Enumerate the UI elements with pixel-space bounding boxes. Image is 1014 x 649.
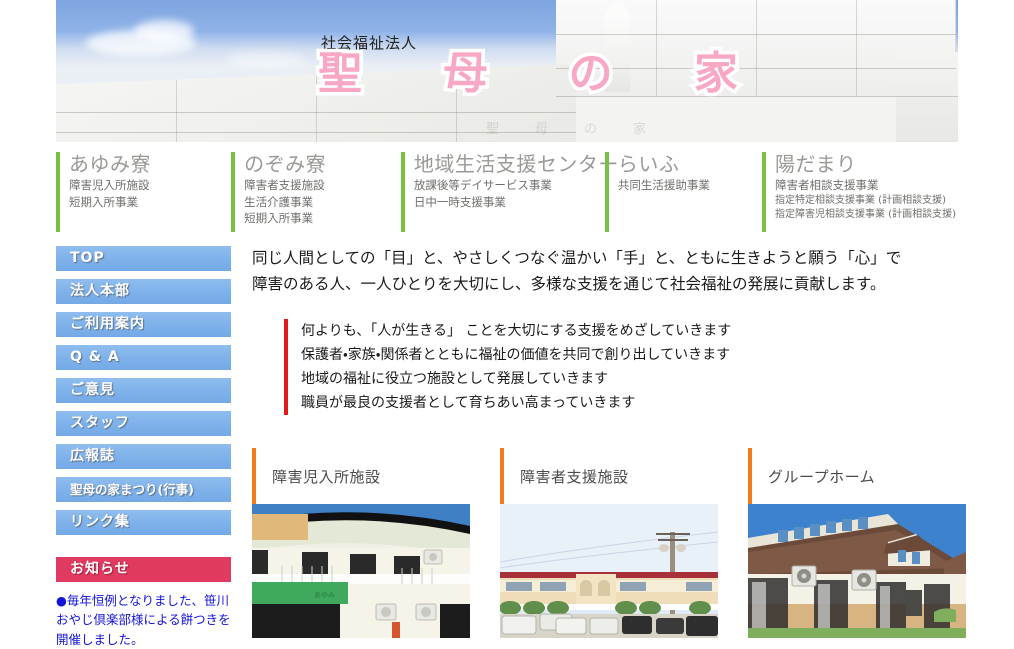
nozomi-building-photo[interactable] (500, 504, 718, 638)
watermark-char: 母 (534, 122, 548, 137)
wall-seam (316, 72, 317, 142)
sidebar-item-festival[interactable]: 聖母の家まつり(行事) (56, 477, 231, 502)
principle-item: 何よりも、「人が生きる」 ことを大切にする支援をめざしていきます (301, 323, 732, 340)
news-item[interactable]: ●毎年恒例となりました、笹川おやじ倶楽部様による餅つきを開催しました。 (56, 591, 234, 649)
hero-title-char: 母 (440, 48, 491, 99)
facility-name: 陽だまり (775, 152, 857, 176)
facility-service: 短期入所事業 (69, 194, 138, 209)
facility-card-group-home[interactable]: グループホーム (748, 448, 966, 638)
news-section-heading: お知らせ (56, 557, 231, 582)
facility-service: 共同生活援助事業 (617, 178, 710, 192)
cloud-decoration (134, 20, 194, 42)
facility-name: あゆみ寮 (69, 152, 151, 176)
principle-item: 保護者・家族・関係者とともに福祉の価値を共同で創り出していきます (301, 347, 731, 364)
hero-title-char: 聖 (315, 48, 366, 99)
wall-seam (176, 80, 177, 142)
card-title: グループホーム (748, 448, 966, 504)
facility-card-list: 障害児入所施設 あゆみ 障害者支援施設 グループホーム (252, 448, 966, 638)
sidebar: TOP 法人本部 ご利用案内 Q & A ご意見 スタッフ 広報誌 聖母の家まつ… (56, 246, 231, 649)
facility-name: 地域生活支援センター (413, 152, 619, 176)
principle-item: 職員が最良の支援者として育ちあい高まっていきます (301, 395, 636, 412)
hero-title-char: 家 (690, 48, 741, 99)
facility-service: 障害児入所施設 (69, 178, 150, 192)
facility-nav: あゆみ寮 障害児入所施設 短期入所事業 のぞみ寮 障害者支援施設 生活介護事業 … (56, 152, 966, 232)
watermark-char: 聖 (486, 122, 500, 137)
wall-seam (556, 96, 958, 97)
facility-name: らいふ (617, 152, 680, 176)
principles-list: 何よりも、「人が生きる」 ことを大切にする支援をめざしていきます 保護者・家族・… (284, 319, 966, 416)
facility-name: のぞみ寮 (244, 152, 327, 176)
sidebar-item-headquarters[interactable]: 法人本部 (56, 279, 231, 304)
sidebar-item-staff[interactable]: スタッフ (56, 411, 231, 436)
facility-service: 指定障害児相談支援事業 (計画相談支援) (775, 209, 956, 221)
facility-item-nozomi[interactable]: のぞみ寮 障害者支援施設 生活介護事業 短期入所事業 (231, 152, 387, 232)
hero-title-char: の (565, 48, 616, 99)
facility-item-life[interactable]: らいふ 共同生活援助事業 (604, 152, 748, 232)
building-right-wall (896, 52, 958, 142)
engraved-wall-text: 聖 母 の 家 (486, 118, 646, 137)
ayumi-building-photo[interactable]: あゆみ (252, 504, 470, 638)
card-title: 障害児入所施設 (252, 448, 470, 504)
sidebar-item-qa[interactable]: Q & A (56, 345, 231, 370)
svg-text:あゆみ: あゆみ (314, 591, 335, 599)
facility-service: 障害者相談支援事業 (775, 178, 879, 192)
mission-line: 障害のある人、一人ひとりを大切にし、多様な支援を通じて社会福祉の発展に貢献します… (252, 274, 886, 293)
facility-service: 放課後等デイサービス事業 (413, 178, 552, 192)
hero-banner: 社会福祉法人 聖 母 の 家 聖 母 の 家 (56, 0, 958, 142)
mission-statement: 同じ人間としての「目」と、やさしくつなぐ温かい「手」と、ともに生きようと願う「心… (252, 246, 966, 297)
facility-card-nozomi[interactable]: 障害者支援施設 (500, 448, 718, 638)
hero-title: 聖 母 の 家 (315, 48, 742, 99)
facility-service: 指定特定相談支援事業 (計画相談支援) (775, 194, 946, 206)
main-content: 同じ人間としての「目」と、やさしくつなぐ温かい「手」と、ともに生きようと願う「心… (252, 246, 966, 416)
group-home-photo[interactable] (748, 504, 966, 638)
wall-seam (756, 0, 757, 96)
facility-item-community-center[interactable]: 地域生活支援センター 放課後等デイサービス事業 日中一時支援事業 (400, 152, 619, 232)
watermark-char: の (583, 122, 597, 137)
principle-item: 地域の福祉に役立つ施設として発展していきます (301, 371, 609, 388)
sidebar-item-newsletter[interactable]: 広報誌 (56, 444, 231, 469)
sidebar-item-usage-guide[interactable]: ご利用案内 (56, 312, 231, 337)
facility-service: 障害者支援施設 (244, 178, 325, 192)
wall-seam (856, 0, 857, 96)
facility-card-ayumi[interactable]: 障害児入所施設 あゆみ (252, 448, 470, 638)
watermark-char: 家 (632, 122, 646, 137)
sidebar-item-top[interactable]: TOP (56, 246, 231, 271)
sidebar-item-links[interactable]: リンク集 (56, 510, 231, 535)
card-title: 障害者支援施設 (500, 448, 718, 504)
facility-item-hidamari[interactable]: 陽だまり 障害者相談支援事業 指定特定相談支援事業 (計画相談支援) 指定障害児… (762, 152, 956, 232)
facility-item-ayumi[interactable]: あゆみ寮 障害児入所施設 短期入所事業 (56, 152, 217, 232)
facility-service: 生活介護事業 (244, 194, 314, 209)
mission-line: 同じ人間としての「目」と、やさしくつなぐ温かい「手」と、ともに生きようと願う「心… (252, 249, 902, 267)
facility-service: 短期入所事業 (244, 211, 314, 226)
sidebar-item-feedback[interactable]: ご意見 (56, 378, 231, 403)
cloud-decoration (226, 52, 306, 68)
facility-service: 日中一時支援事業 (413, 194, 506, 209)
